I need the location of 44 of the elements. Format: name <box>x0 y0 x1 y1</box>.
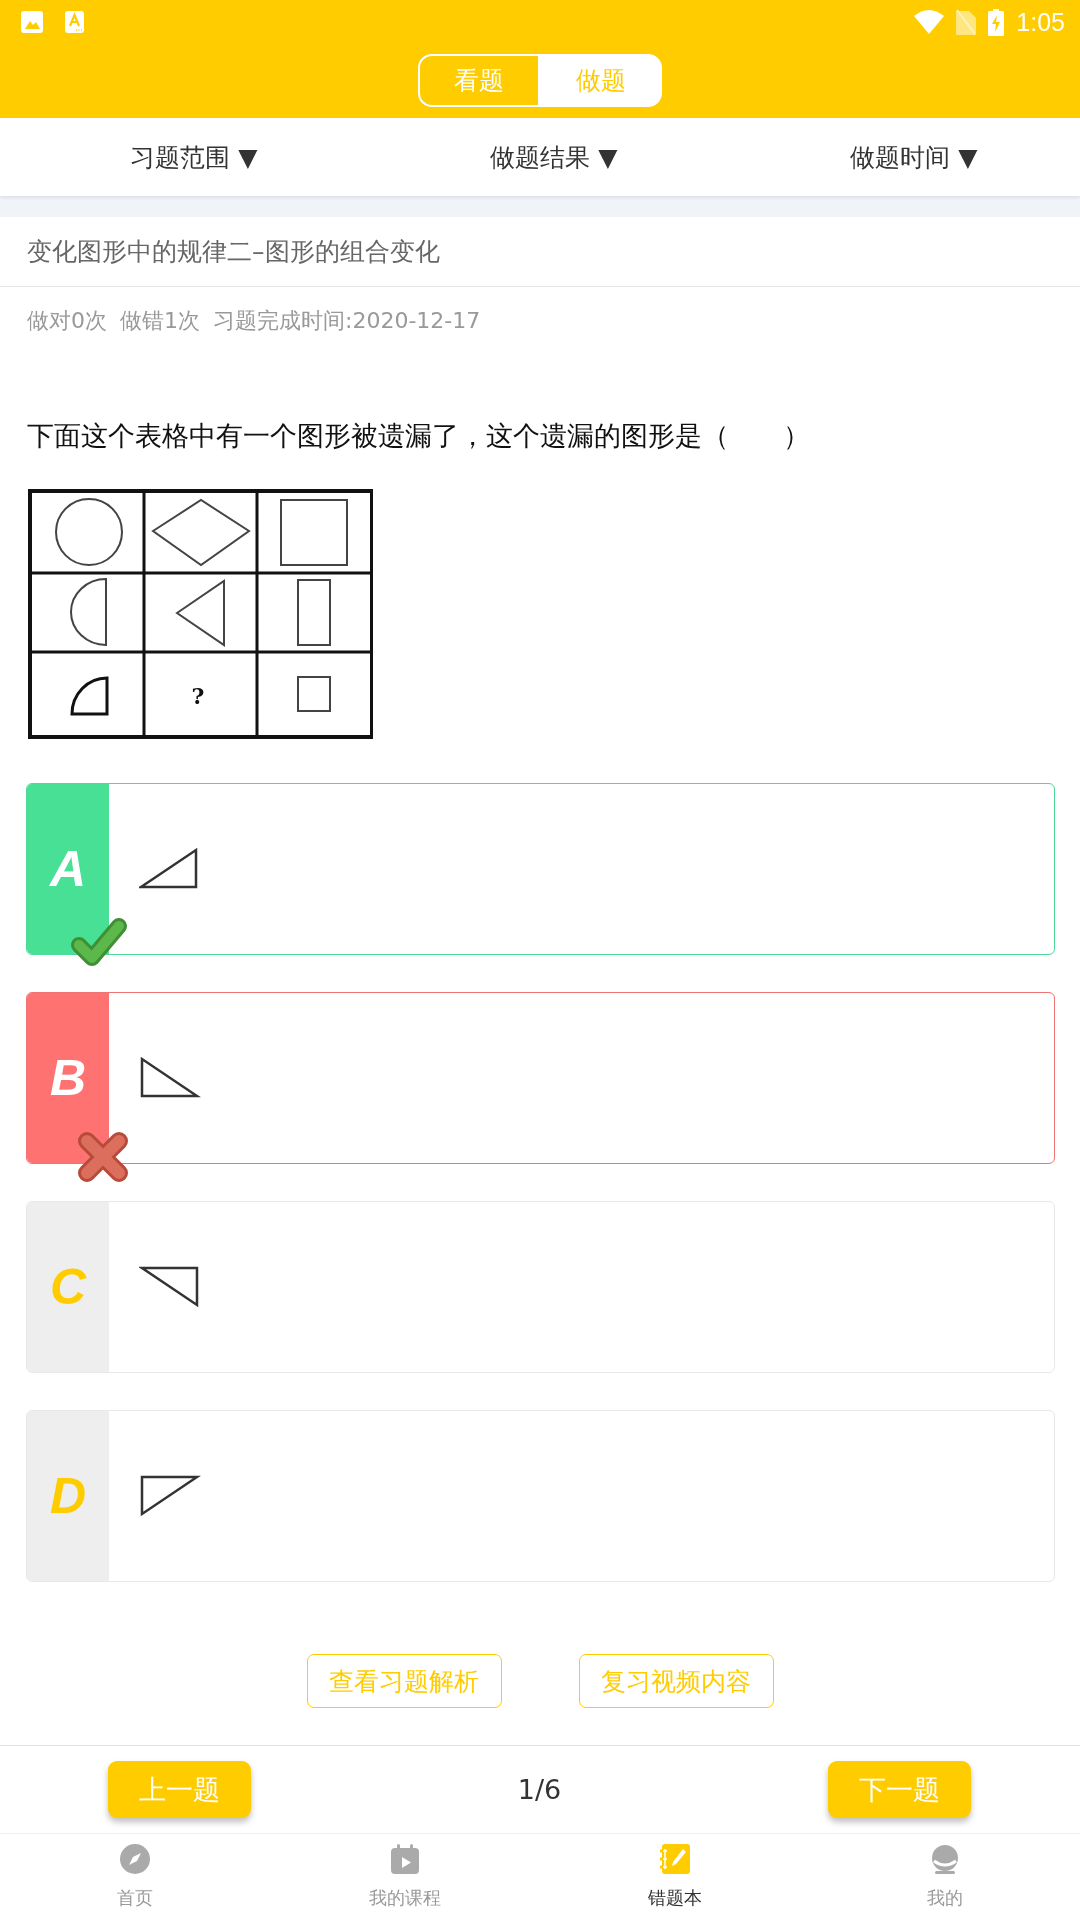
image-icon <box>21 11 43 33</box>
calendar-play-icon <box>390 1844 420 1874</box>
nav-tab[interactable]: 首页 <box>0 1834 270 1920</box>
battery-charging-icon <box>988 8 1005 36</box>
filter-dropdown[interactable]: 习题范围 ▼ <box>120 134 268 180</box>
exercise-title: 变化图形中的规律二–图形的组合变化 <box>27 236 440 268</box>
compass-icon <box>120 1844 150 1874</box>
nav-tab[interactable]: 错题本 <box>540 1834 810 1920</box>
circle-shape <box>55 498 123 566</box>
answer-option[interactable]: A <box>26 783 1055 955</box>
answer-option[interactable]: C <box>26 1201 1055 1373</box>
answer-option[interactable]: D <box>26 1410 1055 1582</box>
wifi-icon <box>914 10 945 34</box>
profile-icon <box>930 1844 960 1874</box>
exercise-stat: 习题完成时间:2020-12-17 <box>213 307 481 335</box>
mode-tab[interactable]: 做题 <box>540 54 662 107</box>
small-square-shape <box>297 676 331 712</box>
nav-tab[interactable]: 我的 <box>810 1834 1080 1920</box>
status-time: 1:05 <box>1016 7 1065 37</box>
outline-button[interactable]: 查看习题解析 <box>306 1654 502 1708</box>
square-shape <box>280 499 348 566</box>
option-letter: A <box>27 784 109 954</box>
cross-icon <box>77 1131 129 1183</box>
option-letter: D <box>27 1411 109 1581</box>
previous-button[interactable]: 上一题 <box>108 1761 251 1818</box>
option-letter: B <box>27 993 109 1163</box>
option-letter: C <box>27 1202 109 1372</box>
app-notification-icon <box>65 11 84 33</box>
outline-button[interactable]: 复习视频内容 <box>578 1654 774 1708</box>
no-sim-icon <box>956 9 977 35</box>
next-button[interactable]: 下一题 <box>828 1761 971 1818</box>
triangle-shape <box>175 579 225 647</box>
question-text: 下面这个表格中有一个图形被遗漏了，这个遗漏的图形是（ ） <box>27 419 810 453</box>
filter-dropdown[interactable]: 做题结果 ▼ <box>480 134 628 180</box>
page-position: 1/6 <box>517 1774 562 1805</box>
nav-tab[interactable]: 我的课程 <box>270 1834 540 1920</box>
rectangle-shape <box>297 579 331 646</box>
exercise-stat: 做对0次 <box>27 307 107 335</box>
filter-dropdown[interactable]: 做题时间 ▼ <box>840 134 988 180</box>
missing-mark: ? <box>191 683 205 709</box>
notebook-pencil-icon <box>660 1844 690 1874</box>
exercise-stat: 做错1次 <box>120 307 200 335</box>
answer-option[interactable]: B <box>26 992 1055 1164</box>
check-icon <box>70 915 128 969</box>
